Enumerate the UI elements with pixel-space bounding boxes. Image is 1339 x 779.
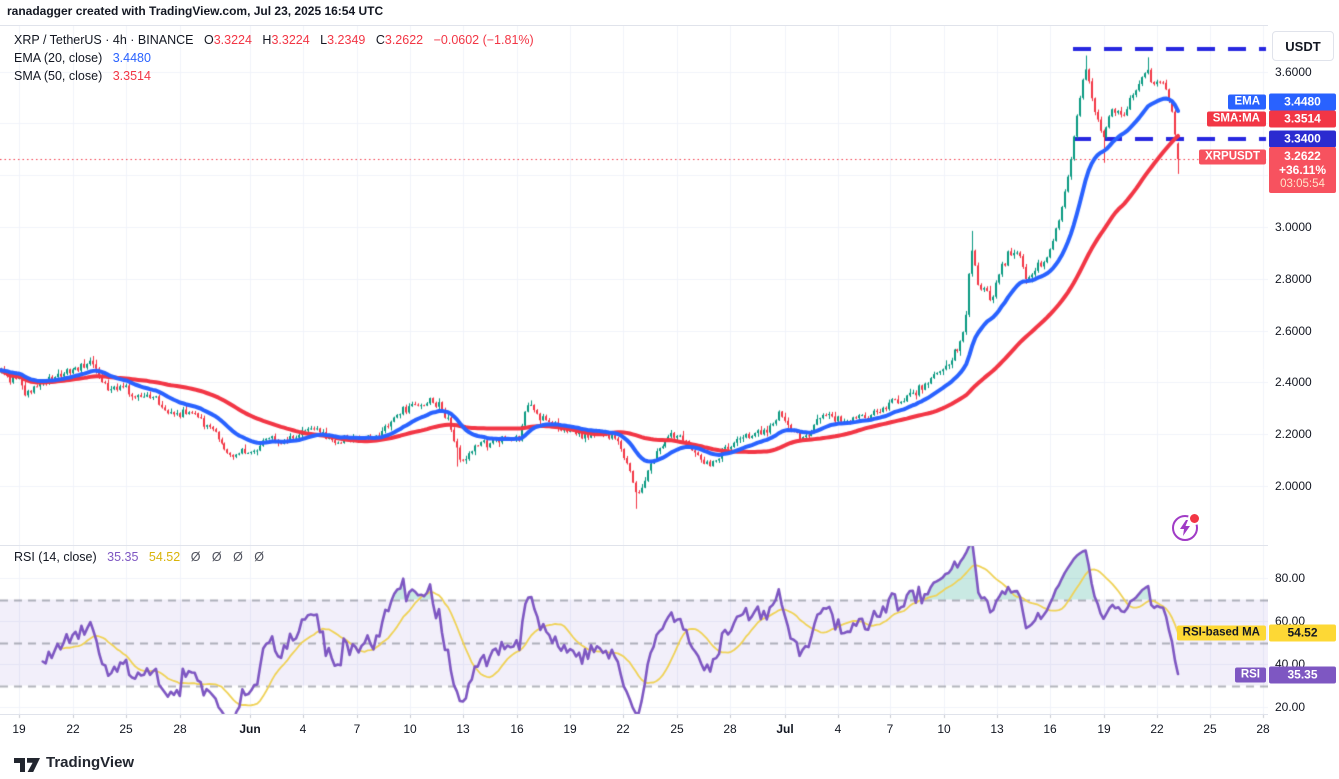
chart-top-border (0, 25, 1339, 26)
price-axis-label: 2.4000 (1275, 375, 1312, 389)
main-legend: XRP / TetherUS · 4h · BINANCE O3.3224 H3… (14, 31, 534, 85)
time-axis-label: Jul (776, 722, 793, 736)
footer-bar: TradingView (0, 750, 1339, 779)
ema-axis-tag: EMA (1228, 95, 1266, 110)
symbol-axis-tag: XRPUSDT (1199, 150, 1266, 165)
time-axis-label: 25 (119, 722, 132, 736)
time-axis-label: 22 (66, 722, 79, 736)
price-axis-label: 2.0000 (1275, 479, 1312, 493)
time-axis-border (0, 714, 1339, 715)
rsi-ma-value: 54.52 (149, 550, 180, 564)
time-axis-label: 13 (456, 722, 469, 736)
time-axis-label: 7 (354, 722, 361, 736)
time-axis-label: 4 (300, 722, 307, 736)
rsi-legend-row[interactable]: RSI (14, close) 35.35 54.52 Ø Ø Ø Ø (14, 550, 264, 564)
notification-dot (1190, 514, 1199, 523)
interval-label[interactable]: 4h (113, 33, 127, 47)
tradingview-wordmark[interactable]: TradingView (46, 754, 134, 771)
ema-label: EMA (20, close) (14, 51, 102, 65)
time-axis-label: 28 (173, 722, 186, 736)
sma-value: 3.3514 (113, 69, 151, 83)
rsi-axis-label: 20.00 (1275, 700, 1305, 714)
time-axis-label: 16 (510, 722, 523, 736)
last-price-badge: 3.2622 +36.11% 03:05:54 (1269, 147, 1336, 193)
time-axis-label: 19 (12, 722, 25, 736)
last-price-value: 3.2622 (1269, 149, 1336, 163)
ema-legend-row[interactable]: EMA (20, close) 3.4480 (14, 49, 534, 67)
time-axis-label: 25 (1203, 722, 1216, 736)
bar-countdown: 03:05:54 (1269, 177, 1336, 191)
time-axis-label: 22 (1150, 722, 1163, 736)
sma-label: SMA (50, close) (14, 69, 102, 83)
time-axis-label: 16 (1043, 722, 1056, 736)
time-axis-label: 10 (403, 722, 416, 736)
time-axis-label: 4 (835, 722, 842, 736)
time-axis-label: 25 (670, 722, 683, 736)
ema-value: 3.4480 (113, 51, 151, 65)
price-axis-label: 3.0000 (1275, 220, 1312, 234)
price-axis-label: 2.2000 (1275, 427, 1312, 441)
close-label: C (376, 33, 385, 47)
time-axis-label: 10 (937, 722, 950, 736)
currency-unit-button[interactable]: USDT (1272, 31, 1334, 61)
rsi-value: 35.35 (107, 550, 138, 564)
price-axis-label: 3.6000 (1275, 65, 1312, 79)
time-axis-label: 19 (563, 722, 576, 736)
price-change-percent: +36.11% (1269, 163, 1336, 177)
exchange-label: BINANCE (138, 33, 194, 47)
open-value: 3.3224 (214, 33, 252, 47)
change-value: −0.0602 (−1.81%) (434, 33, 534, 47)
lightning-bolt-icon (1179, 520, 1191, 536)
sma-axis-tag: SMA:MA (1207, 112, 1266, 127)
time-axis-label: 19 (1097, 722, 1110, 736)
high-value: 3.3224 (271, 33, 309, 47)
time-axis-label: 7 (887, 722, 894, 736)
time-axis-label: 28 (723, 722, 736, 736)
pane-separator[interactable] (0, 545, 1268, 546)
time-axis-label: 22 (616, 722, 629, 736)
tradingview-logo-icon[interactable] (13, 755, 41, 775)
rsi-axis-tag: RSI (1235, 668, 1266, 683)
ema-price-badge: 3.4480 (1269, 94, 1336, 111)
open-label: O (204, 33, 214, 47)
price-axis-label: 2.8000 (1275, 272, 1312, 286)
time-axis-label: Jun (239, 722, 260, 736)
sma-price-badge: 3.3514 (1269, 111, 1336, 128)
symbol-name[interactable]: XRP / TetherUS (14, 33, 102, 47)
price-axis-label: 2.6000 (1275, 324, 1312, 338)
tradingview-chart-page: ranadagger created with TradingView.com,… (0, 0, 1339, 779)
low-value: 3.2349 (327, 33, 365, 47)
rsi-ma-value-badge: 54.52 (1269, 625, 1336, 642)
rsi-label: RSI (14, close) (14, 550, 97, 564)
alert-level-badge: 3.3400 (1269, 131, 1336, 148)
time-axis-label: 13 (990, 722, 1003, 736)
rsi-axis-label: 80.00 (1275, 571, 1305, 585)
chart-canvas[interactable] (0, 25, 1268, 750)
rsi-value-badge: 35.35 (1269, 667, 1336, 684)
flash-alert-icon[interactable] (1171, 514, 1199, 542)
attribution-text: ranadagger created with TradingView.com,… (7, 4, 383, 18)
symbol-legend-row[interactable]: XRP / TetherUS · 4h · BINANCE O3.3224 H3… (14, 31, 534, 49)
close-value: 3.2622 (385, 33, 423, 47)
rsi-ma-axis-tag: RSI-based MA (1177, 626, 1266, 641)
time-axis-label: 28 (1256, 722, 1269, 736)
rsi-hidden-values: Ø Ø Ø Ø (191, 550, 264, 564)
sma-legend-row[interactable]: SMA (50, close) 3.3514 (14, 67, 534, 85)
